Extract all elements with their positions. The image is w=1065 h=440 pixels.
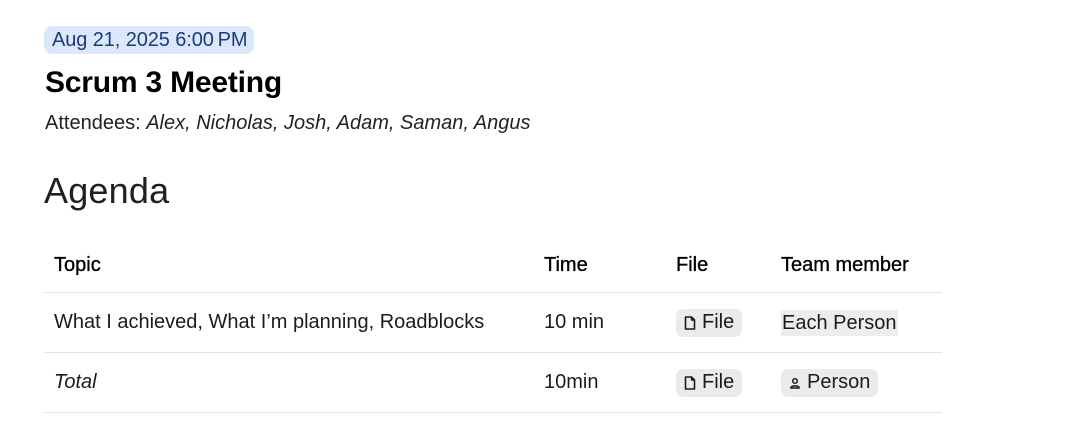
attendees-label: Attendees: <box>45 112 147 134</box>
file-chip[interactable]: File <box>676 308 743 337</box>
document-icon <box>684 315 696 330</box>
file-cell: File <box>666 352 771 413</box>
date-chip[interactable]: Aug 21, 2025 6:00 PM <box>44 26 255 54</box>
team-member-cell: Each Person <box>771 292 942 353</box>
time-cell: 10 min <box>534 292 666 353</box>
meeting-title: Scrum 3 Meeting <box>45 66 283 99</box>
file-chip-label: File <box>702 311 735 333</box>
team-member-text: Each Person <box>781 309 898 336</box>
document-icon <box>684 375 696 390</box>
time-cell: 10min <box>534 352 666 413</box>
team-member-cell: Person <box>771 352 942 413</box>
file-chip-label: File <box>702 371 735 393</box>
person-chip[interactable]: Person <box>781 368 879 397</box>
attendees-line: Attendees: Alex, Nicholas, Josh, Adam, S… <box>45 110 1044 136</box>
file-cell: File <box>666 292 771 353</box>
table-header-row: Topic Time File Team member <box>44 238 942 293</box>
agenda-table: Topic Time File Team member What I achie… <box>44 238 942 413</box>
agenda-heading: Agenda <box>44 170 170 211</box>
column-header-file: File <box>666 238 771 293</box>
person-chip-label: Person <box>807 371 871 393</box>
topic-cell: Total <box>44 352 534 413</box>
attendees-names: Alex, Nicholas, Josh, Adam, Saman, Angus <box>146 112 531 134</box>
meeting-notes: Aug 21, 2025 6:00 PM Scrum 3 Meeting Att… <box>44 26 1044 413</box>
file-chip[interactable]: File <box>676 368 743 397</box>
table-row: Total 10min File Person <box>44 352 942 413</box>
table-row: What I achieved, What I’m planning, Road… <box>44 292 942 353</box>
column-header-topic: Topic <box>44 238 534 293</box>
column-header-team-member: Team member <box>771 238 942 293</box>
column-header-time: Time <box>534 238 666 293</box>
topic-cell: What I achieved, What I’m planning, Road… <box>44 292 534 353</box>
person-icon <box>790 377 800 389</box>
